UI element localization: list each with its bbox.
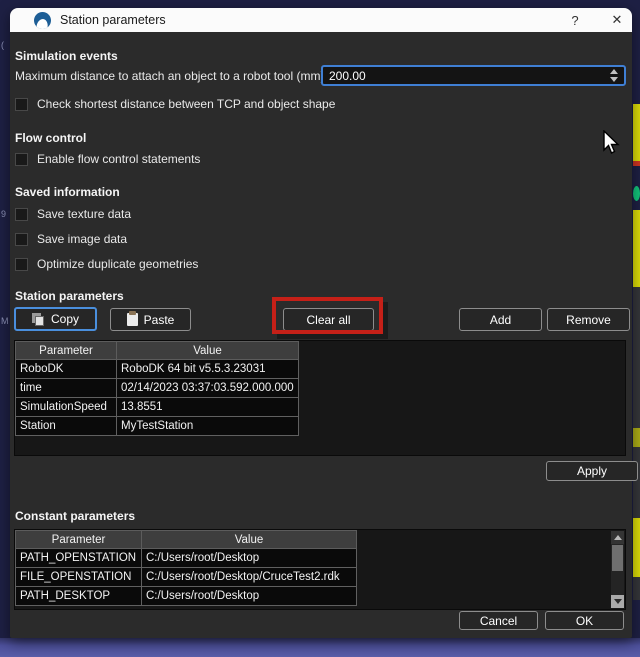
table-cell[interactable]: C:/Users/root/Desktop xyxy=(142,549,357,568)
button-label: Apply xyxy=(577,464,607,478)
section-title-constant-parameters: Constant parameters xyxy=(15,509,135,523)
table-row[interactable]: SimulationSpeed13.8551 xyxy=(16,398,299,417)
table-header-row: ParameterValue xyxy=(16,531,357,549)
paste-icon xyxy=(127,313,138,326)
backdrop-fragment xyxy=(633,161,640,166)
table-cell[interactable]: RoboDK 64 bit v5.5.3.23031 xyxy=(117,360,299,379)
backdrop-fragment xyxy=(633,577,640,600)
button-label: Paste xyxy=(144,313,175,327)
backdrop-text-fragment: M xyxy=(1,316,10,326)
scroll-up-icon xyxy=(614,535,622,540)
checkbox-icon[interactable] xyxy=(15,153,28,166)
scroll-down-button[interactable] xyxy=(611,595,624,608)
constant-parameters-table-area[interactable]: ParameterValuePATH_OPENSTATIONC:/Users/r… xyxy=(14,529,626,610)
checkbox-enable-flow-control[interactable]: Enable flow control statements xyxy=(15,152,200,166)
checkbox-label: Save texture data xyxy=(37,207,131,221)
checkbox-save-texture-data[interactable]: Save texture data xyxy=(15,207,131,221)
table-cell[interactable]: Station xyxy=(16,417,117,436)
table-row[interactable]: RoboDKRoboDK 64 bit v5.5.3.23031 xyxy=(16,360,299,379)
constant-parameters-table[interactable]: ParameterValuePATH_OPENSTATIONC:/Users/r… xyxy=(15,530,357,606)
checkbox-icon[interactable] xyxy=(15,233,28,246)
table-row[interactable]: StationMyTestStation xyxy=(16,417,299,436)
backdrop-text-fragment: ( xyxy=(1,40,10,50)
table-row[interactable]: PATH_DESKTOPC:/Users/root/Desktop xyxy=(16,587,357,606)
table-cell[interactable]: PATH_OPENSTATION xyxy=(16,549,142,568)
station-parameters-dialog: Station parameters ? ✕ Simulation events… xyxy=(10,8,632,638)
remove-button[interactable]: Remove xyxy=(547,308,630,331)
window-title: Station parameters xyxy=(60,13,166,27)
table-cell[interactable]: PATH_DESKTOP xyxy=(16,587,142,606)
spinner-down-icon[interactable] xyxy=(610,77,618,82)
table-cell[interactable]: 02/14/2023 03:37:03.592.000.000 xyxy=(117,379,299,398)
apply-button[interactable]: Apply xyxy=(546,461,638,481)
section-title-station-parameters: Station parameters xyxy=(15,289,124,303)
column-header[interactable]: Parameter xyxy=(16,531,142,549)
ok-button[interactable]: OK xyxy=(545,611,624,630)
table-cell[interactable]: RoboDK xyxy=(16,360,117,379)
checkbox-icon[interactable] xyxy=(15,208,28,221)
max-distance-value[interactable]: 200.00 xyxy=(323,69,604,83)
checkbox-icon[interactable] xyxy=(15,258,28,271)
button-label: Cancel xyxy=(480,614,517,628)
copy-button[interactable]: Copy xyxy=(14,307,97,331)
table-row[interactable]: FILE_OPENSTATIONC:/Users/root/Desktop/Cr… xyxy=(16,568,357,587)
checkbox-icon[interactable] xyxy=(15,98,28,111)
backdrop-fragment xyxy=(633,210,640,287)
table-cell[interactable]: C:/Users/root/Desktop xyxy=(142,587,357,606)
copy-icon xyxy=(32,313,45,326)
backdrop-fragment xyxy=(633,186,640,201)
spinner-up-icon[interactable] xyxy=(610,69,618,74)
section-title-flow-control: Flow control xyxy=(15,131,86,145)
title-bar[interactable]: Station parameters xyxy=(10,8,632,32)
help-button[interactable]: ? xyxy=(557,8,593,32)
table-cell[interactable]: 13.8551 xyxy=(117,398,299,417)
table-row[interactable]: time02/14/2023 03:37:03.592.000.000 xyxy=(16,379,299,398)
vertical-scrollbar[interactable] xyxy=(611,531,624,608)
table-cell[interactable]: MyTestStation xyxy=(117,417,299,436)
desktop-bottom-strip xyxy=(0,638,640,657)
scrollbar-thumb[interactable] xyxy=(612,545,623,571)
table-cell[interactable]: FILE_OPENSTATION xyxy=(16,568,142,587)
checkbox-label: Save image data xyxy=(37,232,127,246)
close-button[interactable]: ✕ xyxy=(602,8,632,32)
table-row[interactable]: PATH_OPENSTATIONC:/Users/root/Desktop xyxy=(16,549,357,568)
scroll-up-button[interactable] xyxy=(611,531,624,544)
checkbox-label: Optimize duplicate geometries xyxy=(37,257,198,271)
checkbox-label: Check shortest distance between TCP and … xyxy=(37,97,335,111)
column-header[interactable]: Parameter xyxy=(16,342,117,360)
table-header-row: ParameterValue xyxy=(16,342,299,360)
scroll-down-icon xyxy=(614,599,622,604)
button-label: Remove xyxy=(566,313,611,327)
spinner-controls[interactable] xyxy=(604,67,624,84)
add-button[interactable]: Add xyxy=(459,308,542,331)
red-annotation-box xyxy=(272,297,383,334)
table-cell[interactable]: SimulationSpeed xyxy=(16,398,117,417)
cancel-button[interactable]: Cancel xyxy=(459,611,538,630)
checkbox-save-image-data[interactable]: Save image data xyxy=(15,232,127,246)
button-label: Copy xyxy=(51,312,79,326)
station-parameters-table-area[interactable]: ParameterValueRoboDKRoboDK 64 bit v5.5.3… xyxy=(14,340,626,456)
table-cell[interactable]: C:/Users/root/Desktop/CruceTest2.rdk xyxy=(142,568,357,587)
max-distance-spinbox[interactable]: 200.00 xyxy=(321,65,626,86)
checkbox-check-shortest-distance[interactable]: Check shortest distance between TCP and … xyxy=(15,97,335,111)
max-distance-label: Maximum distance to attach an object to … xyxy=(15,69,324,83)
section-title-saved-information: Saved information xyxy=(15,185,120,199)
checkbox-label: Enable flow control statements xyxy=(37,152,200,166)
button-label: OK xyxy=(576,614,593,628)
backdrop-fragment xyxy=(633,287,640,428)
paste-button[interactable]: Paste xyxy=(110,308,191,331)
backdrop-fragment xyxy=(633,428,640,447)
backdrop-text-fragment: 9 xyxy=(1,209,10,219)
column-header[interactable]: Value xyxy=(117,342,299,360)
column-header[interactable]: Value xyxy=(142,531,357,549)
checkbox-optimize-duplicate-geometries[interactable]: Optimize duplicate geometries xyxy=(15,257,198,271)
backdrop-fragment xyxy=(633,104,640,161)
table-cell[interactable]: time xyxy=(16,379,117,398)
station-parameters-table[interactable]: ParameterValueRoboDKRoboDK 64 bit v5.5.3… xyxy=(15,341,299,436)
backdrop-fragment xyxy=(633,447,640,518)
section-title-simulation-events: Simulation events xyxy=(15,49,118,63)
backdrop-fragment xyxy=(633,518,640,577)
button-label: Add xyxy=(490,313,511,327)
robodk-logo-icon xyxy=(34,12,51,29)
